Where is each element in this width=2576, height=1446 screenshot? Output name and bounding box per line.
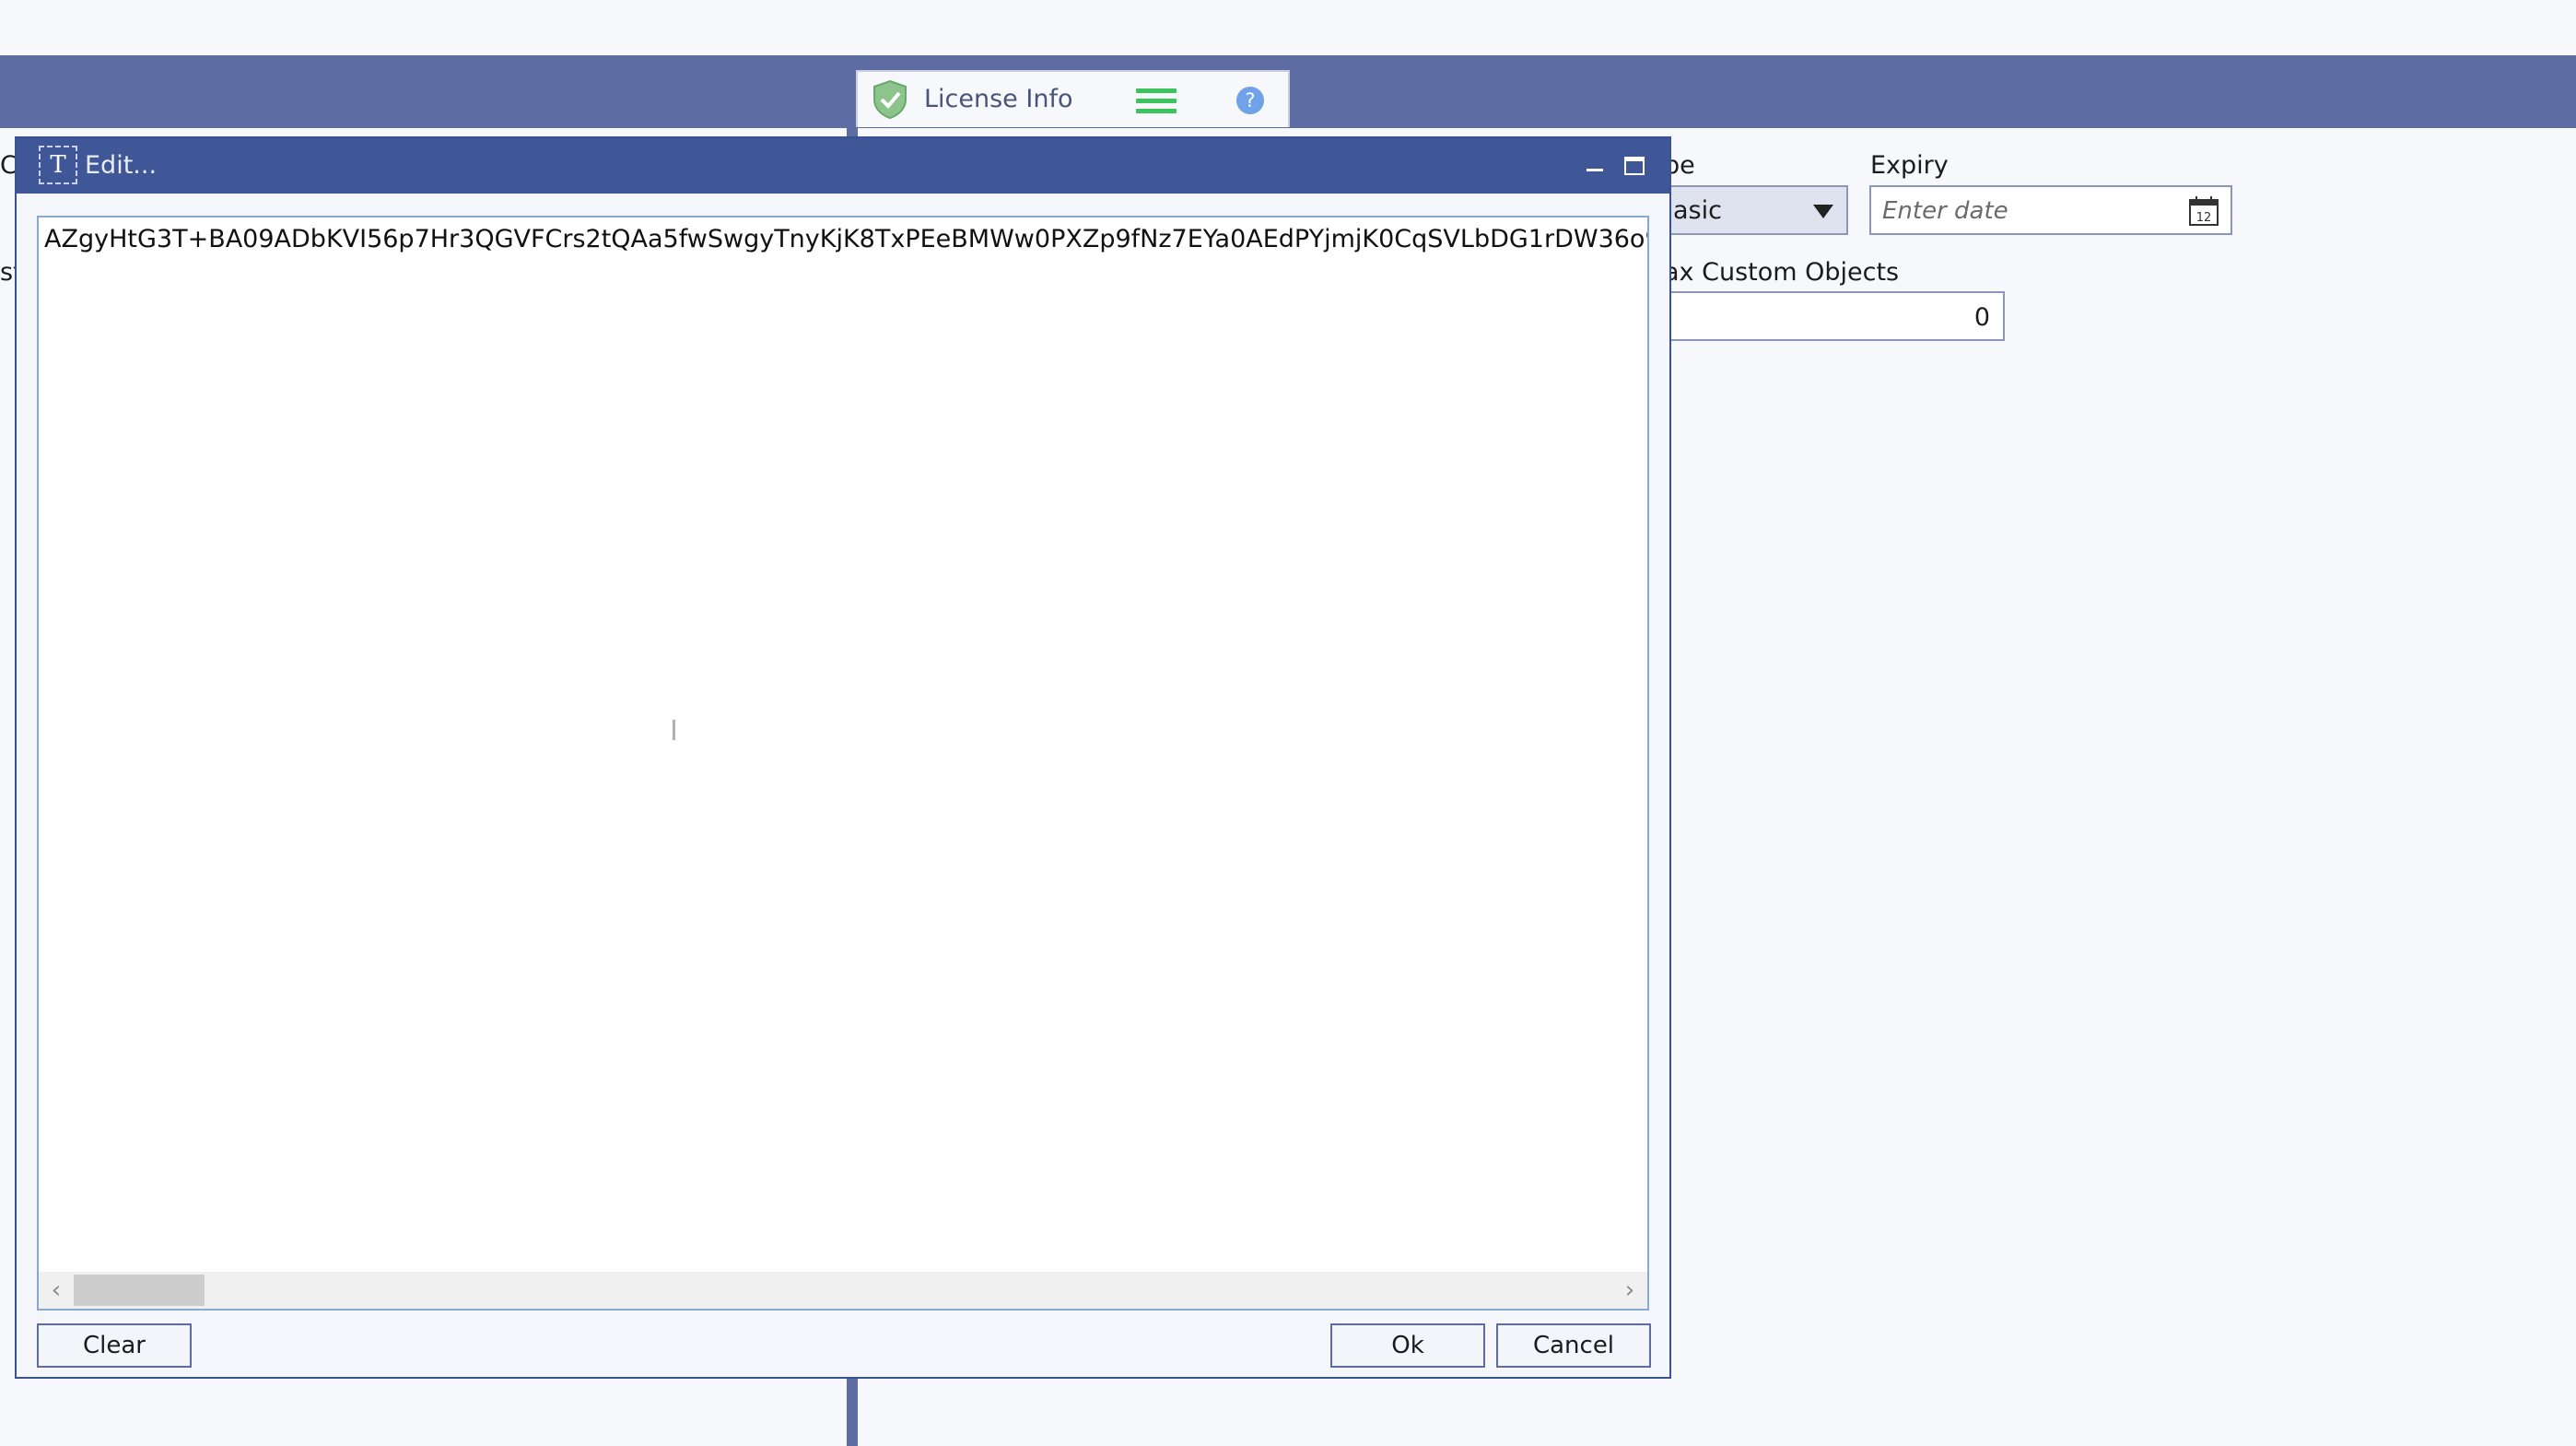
editor-text-content[interactable]: AZgyHtG3T+BA09ADbKVI56p7Hr3QGVFCrs2tQAa5… bbox=[44, 225, 1647, 253]
dialog-titlebar[interactable]: T Edit... bbox=[17, 138, 1669, 194]
cancel-button[interactable]: Cancel bbox=[1496, 1323, 1651, 1368]
scroll-left-icon[interactable]: ‹ bbox=[42, 1272, 70, 1309]
edit-dialog: T Edit... AZgyHtG3T+BA09ADbKVI56p7Hr3QGV… bbox=[15, 136, 1671, 1379]
max-custom-objects-input[interactable]: 0 bbox=[1658, 291, 2005, 341]
scrollbar-thumb[interactable] bbox=[74, 1275, 205, 1306]
expiry-date-input[interactable] bbox=[1880, 194, 2179, 228]
minimize-icon bbox=[1587, 169, 1603, 171]
shield-check-icon bbox=[873, 79, 907, 120]
text-cursor-icon: I bbox=[670, 715, 678, 747]
horizontal-scrollbar[interactable]: ‹ › bbox=[39, 1272, 1647, 1309]
type-select-value: asic bbox=[1673, 196, 1722, 225]
expiry-label: Expiry bbox=[1870, 151, 1949, 180]
minimize-button[interactable] bbox=[1583, 159, 1607, 175]
text-editor-icon: T bbox=[39, 146, 77, 184]
expiry-date-field[interactable]: 12 bbox=[1869, 185, 2232, 235]
ok-button[interactable]: Ok bbox=[1330, 1323, 1485, 1368]
chevron-down-icon bbox=[1813, 205, 1833, 218]
max-custom-objects-value: 0 bbox=[1973, 303, 1990, 332]
text-editor-area[interactable]: AZgyHtG3T+BA09ADbKVI56p7Hr3QGVFCrs2tQAa5… bbox=[37, 216, 1649, 1311]
dialog-title: Edit... bbox=[85, 151, 158, 180]
clear-button[interactable]: Clear bbox=[37, 1323, 192, 1368]
type-select[interactable]: asic bbox=[1658, 185, 1848, 235]
svg-text:12: 12 bbox=[2196, 211, 2212, 225]
max-custom-objects-label: ax Custom Objects bbox=[1664, 258, 1900, 287]
scroll-right-icon[interactable]: › bbox=[1616, 1272, 1644, 1309]
help-icon[interactable]: ? bbox=[1236, 87, 1264, 114]
calendar-icon[interactable]: 12 bbox=[2188, 195, 2219, 227]
license-info-title: License Info bbox=[924, 85, 1073, 113]
maximize-button[interactable] bbox=[1624, 157, 1645, 175]
menu-icon[interactable] bbox=[1136, 88, 1177, 114]
license-info-tab[interactable]: License Info ? bbox=[856, 70, 1290, 127]
